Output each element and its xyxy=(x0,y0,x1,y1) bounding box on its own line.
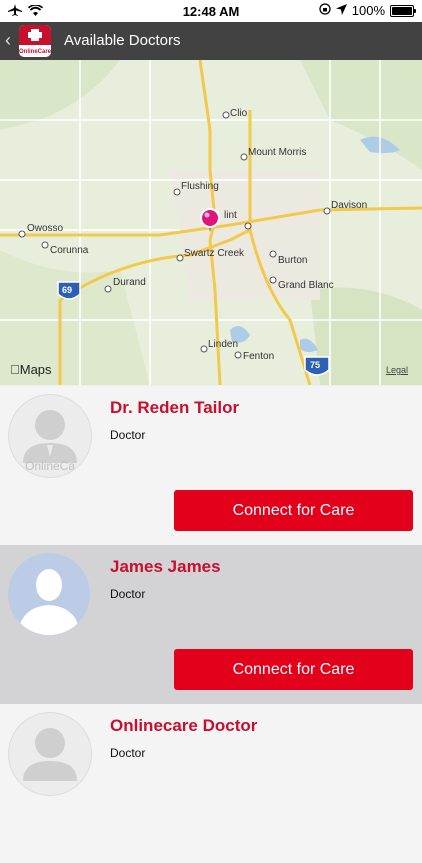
doctor-avatar xyxy=(8,712,92,796)
doctor-role: Doctor xyxy=(110,587,146,601)
legal-link[interactable]: Legal xyxy=(386,365,408,375)
doctor-role: Doctor xyxy=(110,428,146,442)
map-label: Swartz Creek xyxy=(184,248,245,259)
person-silhouette-icon xyxy=(18,569,80,635)
map-label: Durand xyxy=(113,277,146,288)
map-label: lint xyxy=(224,210,237,221)
page-title: Available Doctors xyxy=(64,32,181,49)
map-label: Fenton xyxy=(243,351,275,362)
map-label: Clio xyxy=(230,108,248,119)
apple-icon:  xyxy=(10,362,20,377)
map-label: Burton xyxy=(278,255,308,266)
doctor-name: Onlinecare Doctor xyxy=(110,716,258,735)
map-label: Mount Morris xyxy=(248,147,307,158)
doctor-name: James James xyxy=(110,557,221,576)
doctor-avatar: OnlineCa xyxy=(8,394,92,478)
avatar-watermark: OnlineCa xyxy=(24,459,76,473)
doctor-card: OnlineCa Dr. Reden Tailor Doctor Connect… xyxy=(0,386,422,545)
connect-for-care-button[interactable]: Connect for Care xyxy=(174,649,413,690)
orientation-lock-icon xyxy=(319,3,331,18)
doctor-card: James James Doctor Connect for Care xyxy=(0,545,422,704)
status-bar: 12:48 AM 100% xyxy=(0,0,422,22)
doctor-role: Doctor xyxy=(110,746,146,760)
apple-maps-text: Maps xyxy=(10,362,52,377)
map-view[interactable]: Clio Mount Morris Flushing lint Davison … xyxy=(0,60,422,385)
doctor-card: Onlinecare Doctor Doctor xyxy=(0,704,422,863)
map-label: Corunna xyxy=(50,245,89,256)
battery-icon xyxy=(390,4,416,17)
doctor-silhouette-icon xyxy=(23,728,77,781)
connect-for-care-button[interactable]: Connect for Care xyxy=(174,490,413,531)
map-label: Grand Blanc xyxy=(278,280,334,291)
battery-percent: 100% xyxy=(351,3,385,18)
apple-maps-logo: Maps xyxy=(10,362,52,377)
map-label: Flushing xyxy=(181,181,219,192)
app-logo: OnlineCare xyxy=(19,25,51,57)
map-label: Owosso xyxy=(27,223,64,234)
back-chevron-icon[interactable]: ‹ xyxy=(5,30,11,50)
map-roads xyxy=(0,60,422,385)
map-label: Linden xyxy=(208,339,239,350)
route-69-label: 69 xyxy=(62,285,73,295)
map-label: Davison xyxy=(331,200,368,211)
location-arrow-icon xyxy=(335,3,347,18)
logo-text: OnlineCare xyxy=(19,49,51,55)
doctor-name: Dr. Reden Tailor xyxy=(110,398,240,417)
route-75-label: 75 xyxy=(310,360,321,370)
doctor-avatar xyxy=(8,553,90,635)
nav-bar: ‹ OnlineCare Available Doctors xyxy=(0,22,422,60)
